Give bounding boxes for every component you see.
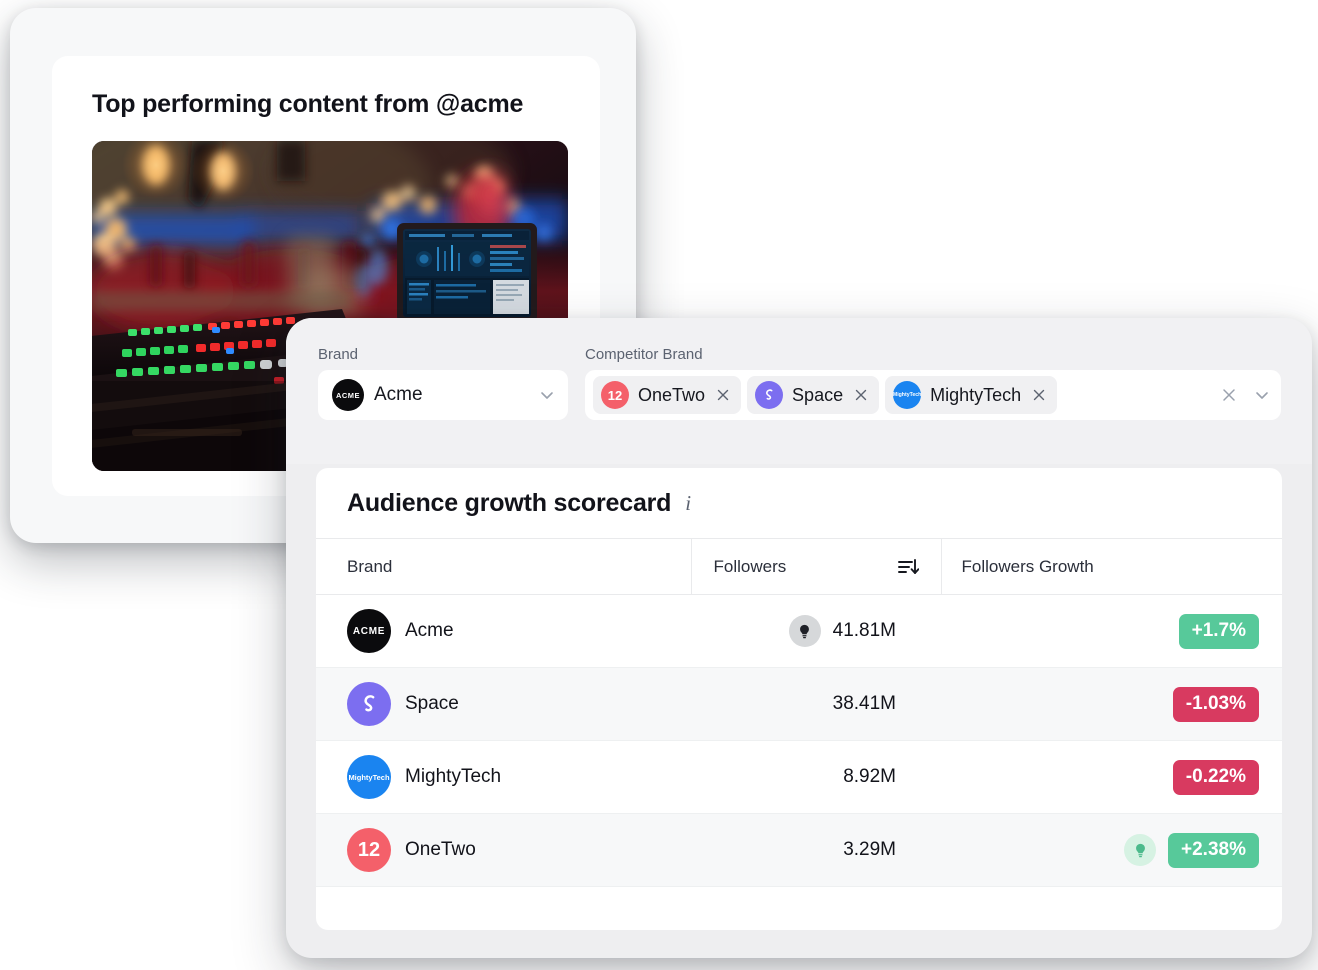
space-logo-glyph [364,695,375,712]
competitor-chip-space[interactable]: Space [747,376,880,414]
mightytech-logo: MightyTech [347,755,391,799]
competitor-chip-mightytech[interactable]: MightyTech MightyTech [885,376,1058,414]
onetwo-logo-text: 12 [357,838,381,861]
followers-cell: 8.92M [691,761,896,793]
column-header-brand[interactable]: Brand [316,538,692,595]
table-header-row: Brand Followers Followers Growth [316,538,1282,595]
column-header-growth-label: Followers Growth [961,556,1094,576]
cell-followers: 38.41M [691,667,941,741]
cell-followers-growth: +2.38% [941,813,1282,887]
growth-cell: -1.03% [941,686,1259,722]
cell-followers-growth: +1.7% [941,594,1282,668]
cell-followers-growth: -0.22% [941,740,1282,814]
competitor-chip-label: Space [792,384,844,405]
followers-cell: 3.29M [691,834,896,866]
space-logo [347,682,391,726]
column-header-followers-growth[interactable]: Followers Growth [941,538,1282,595]
competitor-field-label: Competitor Brand [585,346,703,363]
brand-field-label: Brand [318,346,359,363]
column-header-followers[interactable]: Followers [691,538,942,595]
chevron-down-icon[interactable] [538,386,556,404]
close-icon[interactable] [1032,388,1046,402]
lightbulb-icon[interactable] [1124,834,1157,866]
status-badge: -0.22% [1172,759,1259,795]
scorecard-header: Audience growth scorecard i [316,468,1282,538]
cell-followers: 41.81M [691,594,941,668]
table-row[interactable]: 12 OneTwo 3.29M +2.38% [316,813,1282,887]
brand-name: OneTwo [405,839,476,860]
clear-all-icon[interactable] [1221,387,1237,403]
cell-followers-growth: -1.03% [941,667,1282,741]
screenshot-root: Top performing content from @acme Brand … [0,0,1318,970]
growth-cell: -0.22% [941,759,1259,795]
acme-logo: ACME [332,379,364,411]
scorecard-panel: Brand ACME Acme Competitor Brand 12 OneT… [286,318,1312,958]
table-head: Brand Followers Followers Growth [316,538,1282,595]
brand-cell: 12 OneTwo [347,828,691,872]
cell-brand: ACME Acme [316,594,691,668]
followers-value: 41.81M [832,620,896,641]
space-logo-glyph [766,389,773,400]
column-header-followers-inner: Followers [714,557,941,577]
page-title: Audience growth scorecard [347,488,672,517]
acme-logo-text: ACME [352,625,386,637]
cell-followers: 8.92M [691,740,941,814]
competitor-chip-label: MightyTech [930,384,1022,405]
followers-cell: 38.41M [691,688,896,720]
competitor-multiselect[interactable]: 12 OneTwo Space MightyTech MightyTech [585,370,1281,420]
chevron-down-icon[interactable] [1253,386,1271,404]
brand-select-value: Acme [374,384,423,405]
onetwo-logo-text: 12 [607,387,623,403]
mightytech-logo-text: MightyTech [348,772,390,782]
scorecard-table: Brand Followers Followers Growth ACME Ac… [316,538,1282,887]
close-icon[interactable] [854,388,868,402]
info-icon[interactable]: i [685,491,691,516]
brand-cell: MightyTech MightyTech [347,755,691,799]
growth-cell: +2.38% [941,832,1259,868]
column-header-followers-label: Followers [713,556,787,576]
close-icon[interactable] [716,388,730,402]
competitor-chip-label: OneTwo [638,384,706,405]
competitor-chip-onetwo[interactable]: 12 OneTwo [593,376,742,414]
mightytech-logo-text: MightyTech [893,392,922,398]
scorecard-card: Audience growth scorecard i Brand Follow… [316,468,1282,930]
brand-name: MightyTech [405,766,502,787]
growth-cell: +1.7% [941,613,1259,649]
brand-select[interactable]: ACME Acme [318,370,568,420]
onetwo-logo: 12 [601,381,629,409]
table-row[interactable]: Space 38.41M -1.03% [316,667,1282,741]
brand-name: Space [405,693,459,714]
sort-descending-icon[interactable] [897,557,919,577]
table-row[interactable]: MightyTech MightyTech 8.92M -0.22% [316,740,1282,814]
onetwo-logo: 12 [347,828,391,872]
cell-brand: Space [316,667,691,741]
filter-bar: Brand ACME Acme Competitor Brand 12 OneT… [286,318,1312,464]
brand-cell: ACME Acme [347,609,691,653]
table-body: ACME Acme 41.81M +1.7% Space 38.41M -1.0… [316,594,1282,887]
mightytech-logo: MightyTech [893,381,922,409]
followers-value: 38.41M [832,693,896,714]
acme-logo-text: ACME [335,390,361,400]
cell-brand: 12 OneTwo [316,813,691,887]
followers-value: 8.92M [843,766,896,787]
table-row[interactable]: ACME Acme 41.81M +1.7% [316,594,1282,668]
status-badge: +1.7% [1178,613,1259,649]
brand-cell: Space [347,682,691,726]
acme-logo: ACME [347,609,391,653]
cell-brand: MightyTech MightyTech [316,740,691,814]
brand-name: Acme [405,620,454,641]
space-logo [755,381,784,409]
followers-value: 3.29M [843,839,896,860]
cell-followers: 3.29M [691,813,941,887]
column-header-brand-label: Brand [347,556,393,576]
followers-cell: 41.81M [691,615,896,647]
status-badge: -1.03% [1172,686,1259,722]
lightbulb-icon[interactable] [788,615,821,647]
top-content-title: Top performing content from @acme [92,90,524,118]
status-badge: +2.38% [1168,832,1259,868]
